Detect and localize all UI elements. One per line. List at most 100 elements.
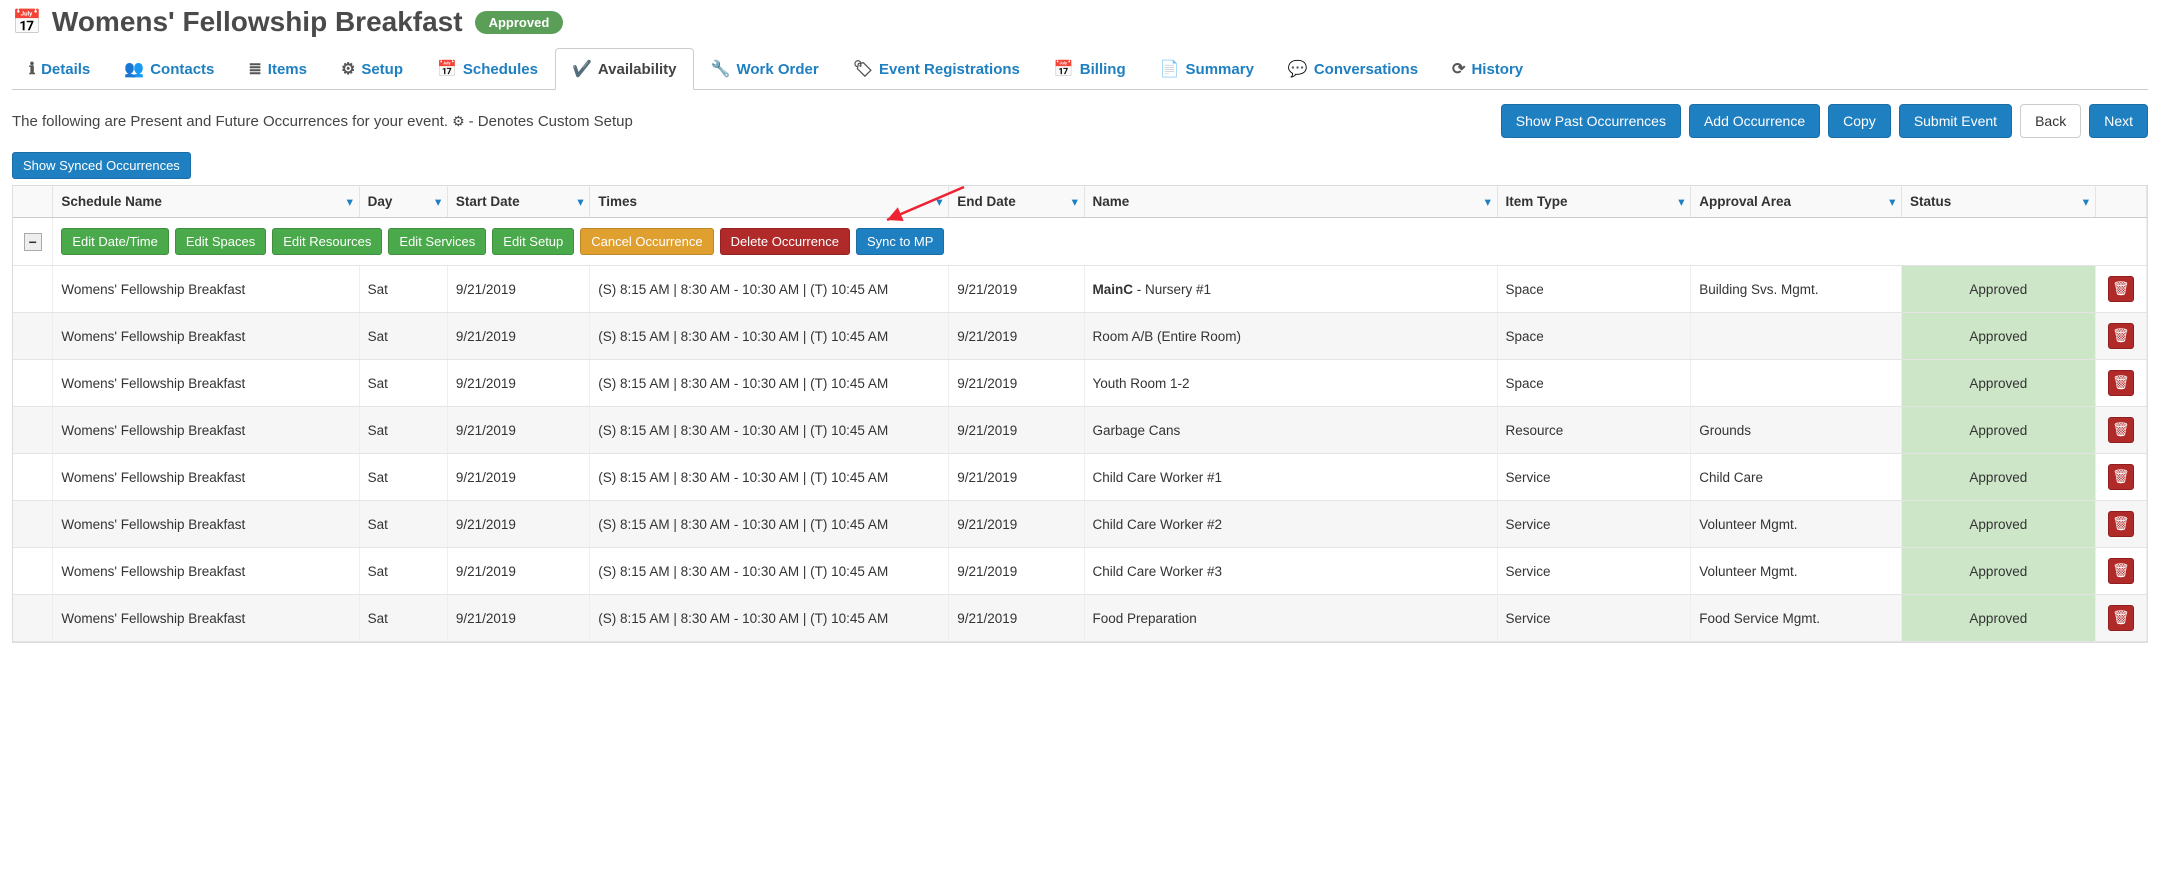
column-header[interactable]: Start Date▾ xyxy=(447,186,589,218)
show-synced-occurrences-button[interactable]: Show Synced Occurrences xyxy=(12,152,191,179)
tab-label: Conversations xyxy=(1314,61,1418,78)
edit-resources-button[interactable]: Edit Resources xyxy=(272,228,382,255)
tab-label: History xyxy=(1471,61,1523,78)
table-row[interactable]: Womens' Fellowship BreakfastSat9/21/2019… xyxy=(13,454,2147,501)
tab-details[interactable]: ℹDetails xyxy=(12,48,107,90)
delete-occurrence-button[interactable]: Delete Occurrence xyxy=(720,228,850,255)
next-button[interactable]: Next xyxy=(2089,104,2148,138)
tab-contacts[interactable]: 👥Contacts xyxy=(107,48,231,90)
tab-event-registrations[interactable]: 🏷Event Registrations xyxy=(836,48,1037,90)
filter-icon[interactable]: ▾ xyxy=(435,195,441,208)
trash-icon: 🗑 xyxy=(2112,563,2129,579)
collapse-group-button[interactable]: − xyxy=(24,233,42,251)
table-row[interactable]: Womens' Fellowship BreakfastSat9/21/2019… xyxy=(13,548,2147,595)
name-cell: Youth Room 1-2 xyxy=(1084,360,1497,407)
status-cell: Approved xyxy=(1901,595,2095,642)
tab-setup[interactable]: ⚙Setup xyxy=(324,48,420,90)
tab-history[interactable]: ⟳ History xyxy=(1435,48,1540,90)
gear-icon: ⚙ xyxy=(452,113,465,130)
delete-row-button[interactable]: 🗑 xyxy=(2108,323,2134,349)
column-header[interactable]: Times▾ xyxy=(590,186,949,218)
trash-icon: 🗑 xyxy=(2112,422,2129,438)
column-header[interactable]: Approval Area▾ xyxy=(1691,186,1902,218)
trash-icon: 🗑 xyxy=(2112,469,2129,485)
delete-row-button[interactable]: 🗑 xyxy=(2108,605,2134,631)
delete-row-button[interactable]: 🗑 xyxy=(2108,558,2134,584)
filter-icon[interactable]: ▾ xyxy=(347,195,353,208)
table-row[interactable]: Womens' Fellowship BreakfastSat9/21/2019… xyxy=(13,407,2147,454)
delete-row-button[interactable]: 🗑 xyxy=(2108,464,2134,490)
sync-to-mp-button[interactable]: Sync to MP xyxy=(856,228,944,255)
add-occurrence-button[interactable]: Add Occurrence xyxy=(1689,104,1820,138)
filter-icon[interactable]: ▾ xyxy=(937,195,943,208)
tab-conversations[interactable]: 💬 Conversations xyxy=(1271,48,1435,90)
column-actions xyxy=(2095,186,2146,218)
table-row[interactable]: Womens' Fellowship BreakfastSat9/21/2019… xyxy=(13,360,2147,407)
edit-setup-button[interactable]: Edit Setup xyxy=(492,228,574,255)
cancel-occurrence-button[interactable]: Cancel Occurrence xyxy=(580,228,713,255)
trash-icon: 🗑 xyxy=(2112,375,2129,391)
status-cell: Approved xyxy=(1901,407,2095,454)
tab-summary[interactable]: 📄Summary xyxy=(1143,48,1271,90)
name-cell: Food Preparation xyxy=(1084,595,1497,642)
summary-icon: 📄 xyxy=(1160,59,1180,79)
title-text: Womens' Fellowship Breakfast xyxy=(52,6,463,38)
history-icon: ⟳ xyxy=(1452,59,1465,79)
table-row[interactable]: Womens' Fellowship BreakfastSat9/21/2019… xyxy=(13,595,2147,642)
column-header[interactable]: Schedule Name▾ xyxy=(53,186,359,218)
show-past-occurrences-button[interactable]: Show Past Occurrences xyxy=(1501,104,1681,138)
column-header[interactable]: End Date▾ xyxy=(949,186,1084,218)
name-cell: Garbage Cans xyxy=(1084,407,1497,454)
table-row[interactable]: Womens' Fellowship BreakfastSat9/21/2019… xyxy=(13,266,2147,313)
tab-label: Billing xyxy=(1080,61,1126,78)
tab-availability[interactable]: ✔️Availability xyxy=(555,48,694,90)
status-badge: Approved xyxy=(475,11,564,34)
status-cell: Approved xyxy=(1901,360,2095,407)
info-text: The following are Present and Future Occ… xyxy=(12,113,633,130)
filter-icon[interactable]: ▾ xyxy=(2083,195,2089,208)
table-row[interactable]: Womens' Fellowship BreakfastSat9/21/2019… xyxy=(13,501,2147,548)
action-buttons: Show Past Occurrences Add Occurrence Cop… xyxy=(1501,104,2148,138)
back-button[interactable]: Back xyxy=(2020,104,2081,138)
edit-datetime-button[interactable]: Edit Date/Time xyxy=(61,228,169,255)
filter-icon[interactable]: ▾ xyxy=(1485,195,1491,208)
tab-label: Items xyxy=(268,61,307,78)
tab-items[interactable]: ≣ Items xyxy=(231,48,324,90)
delete-row-button[interactable]: 🗑 xyxy=(2108,511,2134,537)
delete-row-button[interactable]: 🗑 xyxy=(2108,370,2134,396)
filter-icon[interactable]: ▾ xyxy=(578,195,584,208)
details-icon: ℹ xyxy=(29,59,35,79)
column-header[interactable]: Day▾ xyxy=(359,186,447,218)
page-title-row: 📅 Womens' Fellowship Breakfast Approved xyxy=(12,0,2148,48)
tabs-nav: ℹDetails👥Contacts≣Items⚙Setup📅Schedules✔… xyxy=(12,48,2148,90)
column-expand xyxy=(13,186,53,218)
items-icon: ≣ xyxy=(248,59,261,79)
filter-icon[interactable]: ▾ xyxy=(1072,195,1078,208)
column-header[interactable]: Name▾ xyxy=(1084,186,1497,218)
edit-services-button[interactable]: Edit Services xyxy=(388,228,486,255)
delete-row-button[interactable]: 🗑 xyxy=(2108,276,2134,302)
copy-button[interactable]: Copy xyxy=(1828,104,1891,138)
name-cell: Child Care Worker #2 xyxy=(1084,501,1497,548)
tab-billing[interactable]: 📅Billing xyxy=(1037,48,1143,90)
name-cell: Room A/B (Entire Room) xyxy=(1084,313,1497,360)
filter-icon[interactable]: ▾ xyxy=(1889,195,1895,208)
trash-icon: 🗑 xyxy=(2112,516,2129,532)
filter-icon[interactable]: ▾ xyxy=(1679,195,1685,208)
submit-event-button[interactable]: Submit Event xyxy=(1899,104,2012,138)
name-cell: Child Care Worker #3 xyxy=(1084,548,1497,595)
column-header[interactable]: Status▾ xyxy=(1901,186,2095,218)
availability-icon: ✔️ xyxy=(572,59,592,79)
delete-row-button[interactable]: 🗑 xyxy=(2108,417,2134,443)
tab-work-order[interactable]: 🔧Work Order xyxy=(694,48,836,90)
table-row[interactable]: Womens' Fellowship BreakfastSat9/21/2019… xyxy=(13,313,2147,360)
occurrences-table: Schedule Name▾Day▾Start Date▾Times▾End D… xyxy=(12,185,2148,643)
name-cell: MainC - Nursery #1 xyxy=(1084,266,1497,313)
event-registrations-icon: 🏷 xyxy=(853,59,873,79)
conversations-icon: 💬 xyxy=(1288,59,1308,79)
name-cell: Child Care Worker #1 xyxy=(1084,454,1497,501)
edit-spaces-button[interactable]: Edit Spaces xyxy=(175,228,266,255)
column-header[interactable]: Item Type▾ xyxy=(1497,186,1691,218)
tab-schedules[interactable]: 📅Schedules xyxy=(420,48,555,90)
page-title: 📅 Womens' Fellowship Breakfast xyxy=(12,6,463,38)
